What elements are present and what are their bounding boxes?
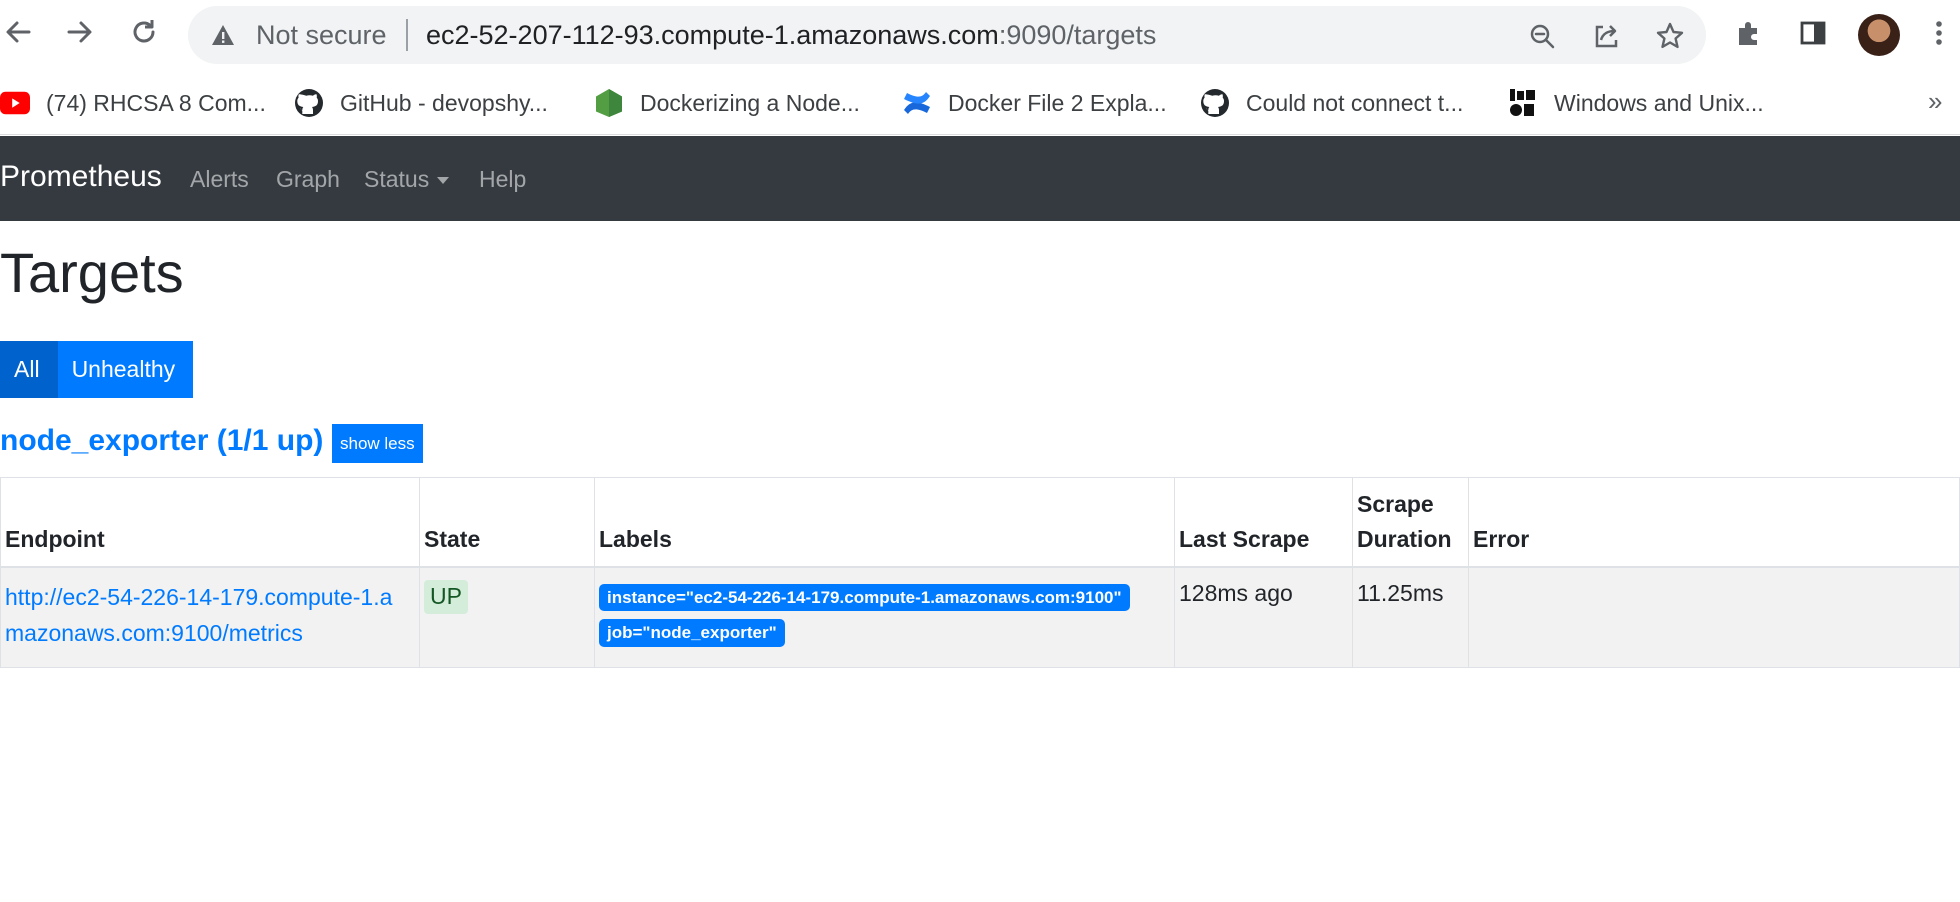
share-icon[interactable] xyxy=(1590,20,1622,52)
bookmark-label: Could not connect t... xyxy=(1246,89,1464,116)
profile-avatar[interactable] xyxy=(1858,14,1900,56)
bookmark-label: Docker File 2 Expla... xyxy=(948,89,1167,116)
labels-cell: instance="ec2-54-226-14-179.compute-1.am… xyxy=(594,566,1175,668)
endpoint-link[interactable]: http://ec2-54-226-14-179.compute-1.amazo… xyxy=(5,580,411,651)
extensions-puzzle-icon[interactable] xyxy=(1732,16,1766,50)
column-header-scrape-duration: Scrape Duration xyxy=(1352,477,1469,568)
bookmarks-bar: (74) RHCSA 8 Com... GitHub - devopshy...… xyxy=(0,72,1960,135)
bookmark-item[interactable]: Could not connect t... xyxy=(1200,86,1463,120)
nav-status-label: Status xyxy=(364,166,430,192)
filter-unhealthy-button[interactable]: Unhealthy xyxy=(57,341,194,398)
bookmark-label: GitHub - devopshy... xyxy=(340,89,548,116)
bookmark-item[interactable]: Dockerizing a Node... xyxy=(594,86,860,120)
bookmark-item[interactable]: GitHub - devopshy... xyxy=(294,86,548,120)
nav-status-dropdown[interactable]: Status xyxy=(364,166,450,193)
filter-all-button[interactable]: All xyxy=(0,341,58,398)
targets-table: Endpoint State Labels Last Scrape Scrape… xyxy=(0,477,1960,668)
divider xyxy=(406,19,408,51)
lemoda-icon xyxy=(1508,88,1538,118)
zoom-out-icon[interactable] xyxy=(1526,20,1558,52)
last-scrape-cell: 128ms ago xyxy=(1174,566,1353,668)
github-icon xyxy=(1200,88,1230,118)
url-host: ec2-52-207-112-93.compute-1.amazonaws.co… xyxy=(426,20,999,50)
table-header-row: Endpoint State Labels Last Scrape Scrape… xyxy=(0,477,1960,568)
show-less-button[interactable]: show less xyxy=(332,424,423,463)
job-title-link[interactable]: node_exporter (1/1 up) xyxy=(0,424,323,458)
side-panel-icon[interactable] xyxy=(1796,16,1830,50)
address-bar[interactable]: Not secure ec2-52-207-112-93.compute-1.a… xyxy=(188,6,1706,64)
state-cell: UP xyxy=(419,566,595,668)
page-title: Targets xyxy=(0,241,184,304)
scrape-duration-cell: 11.25ms xyxy=(1352,566,1469,668)
column-header-state: State xyxy=(419,477,595,568)
nav-graph[interactable]: Graph xyxy=(276,166,340,193)
endpoint-cell: http://ec2-54-226-14-179.compute-1.amazo… xyxy=(0,566,420,668)
reload-icon[interactable] xyxy=(126,14,162,50)
column-header-error: Error xyxy=(1468,477,1960,568)
warning-icon[interactable] xyxy=(210,22,236,48)
nav-help[interactable]: Help xyxy=(479,166,526,193)
bookmark-star-icon[interactable] xyxy=(1654,20,1686,52)
target-filter-group: All Unhealthy xyxy=(0,341,194,398)
url-path: :9090/targets xyxy=(998,20,1157,50)
more-bookmarks-chevron-icon[interactable]: » xyxy=(1928,86,1942,117)
column-header-endpoint: Endpoint xyxy=(0,477,420,568)
column-header-labels: Labels xyxy=(594,477,1175,568)
bookmark-label: Dockerizing a Node... xyxy=(640,89,860,116)
brand-link[interactable]: Prometheus xyxy=(0,160,162,194)
confluence-icon xyxy=(902,88,932,118)
back-arrow-icon[interactable] xyxy=(0,14,36,50)
nodejs-icon xyxy=(594,88,624,118)
youtube-icon xyxy=(0,88,30,118)
bookmark-item[interactable]: Docker File 2 Expla... xyxy=(902,86,1167,120)
bookmark-item[interactable]: (74) RHCSA 8 Com... xyxy=(0,86,266,120)
browser-toolbar: Not secure ec2-52-207-112-93.compute-1.a… xyxy=(0,0,1960,72)
status-badge: UP xyxy=(424,580,468,614)
url-text[interactable]: ec2-52-207-112-93.compute-1.amazonaws.co… xyxy=(426,20,1156,51)
table-row: http://ec2-54-226-14-179.compute-1.amazo… xyxy=(0,566,1960,668)
label-badge-instance: instance="ec2-54-226-14-179.compute-1.am… xyxy=(599,584,1130,612)
security-status[interactable]: Not secure xyxy=(256,20,387,51)
bookmark-item[interactable]: Windows and Unix... xyxy=(1508,86,1764,120)
caret-down-icon xyxy=(437,177,450,185)
github-icon xyxy=(294,88,324,118)
menu-kebab-icon[interactable] xyxy=(1922,16,1956,50)
column-header-last-scrape: Last Scrape xyxy=(1174,477,1353,568)
forward-arrow-icon[interactable] xyxy=(62,14,98,50)
bookmark-label: (74) RHCSA 8 Com... xyxy=(46,89,266,116)
nav-alerts[interactable]: Alerts xyxy=(190,166,249,193)
label-badge-job: job="node_exporter" xyxy=(599,619,785,647)
prometheus-navbar: Prometheus Alerts Graph Status Help xyxy=(0,136,1960,221)
bookmark-label: Windows and Unix... xyxy=(1554,89,1764,116)
error-cell xyxy=(1468,566,1960,668)
